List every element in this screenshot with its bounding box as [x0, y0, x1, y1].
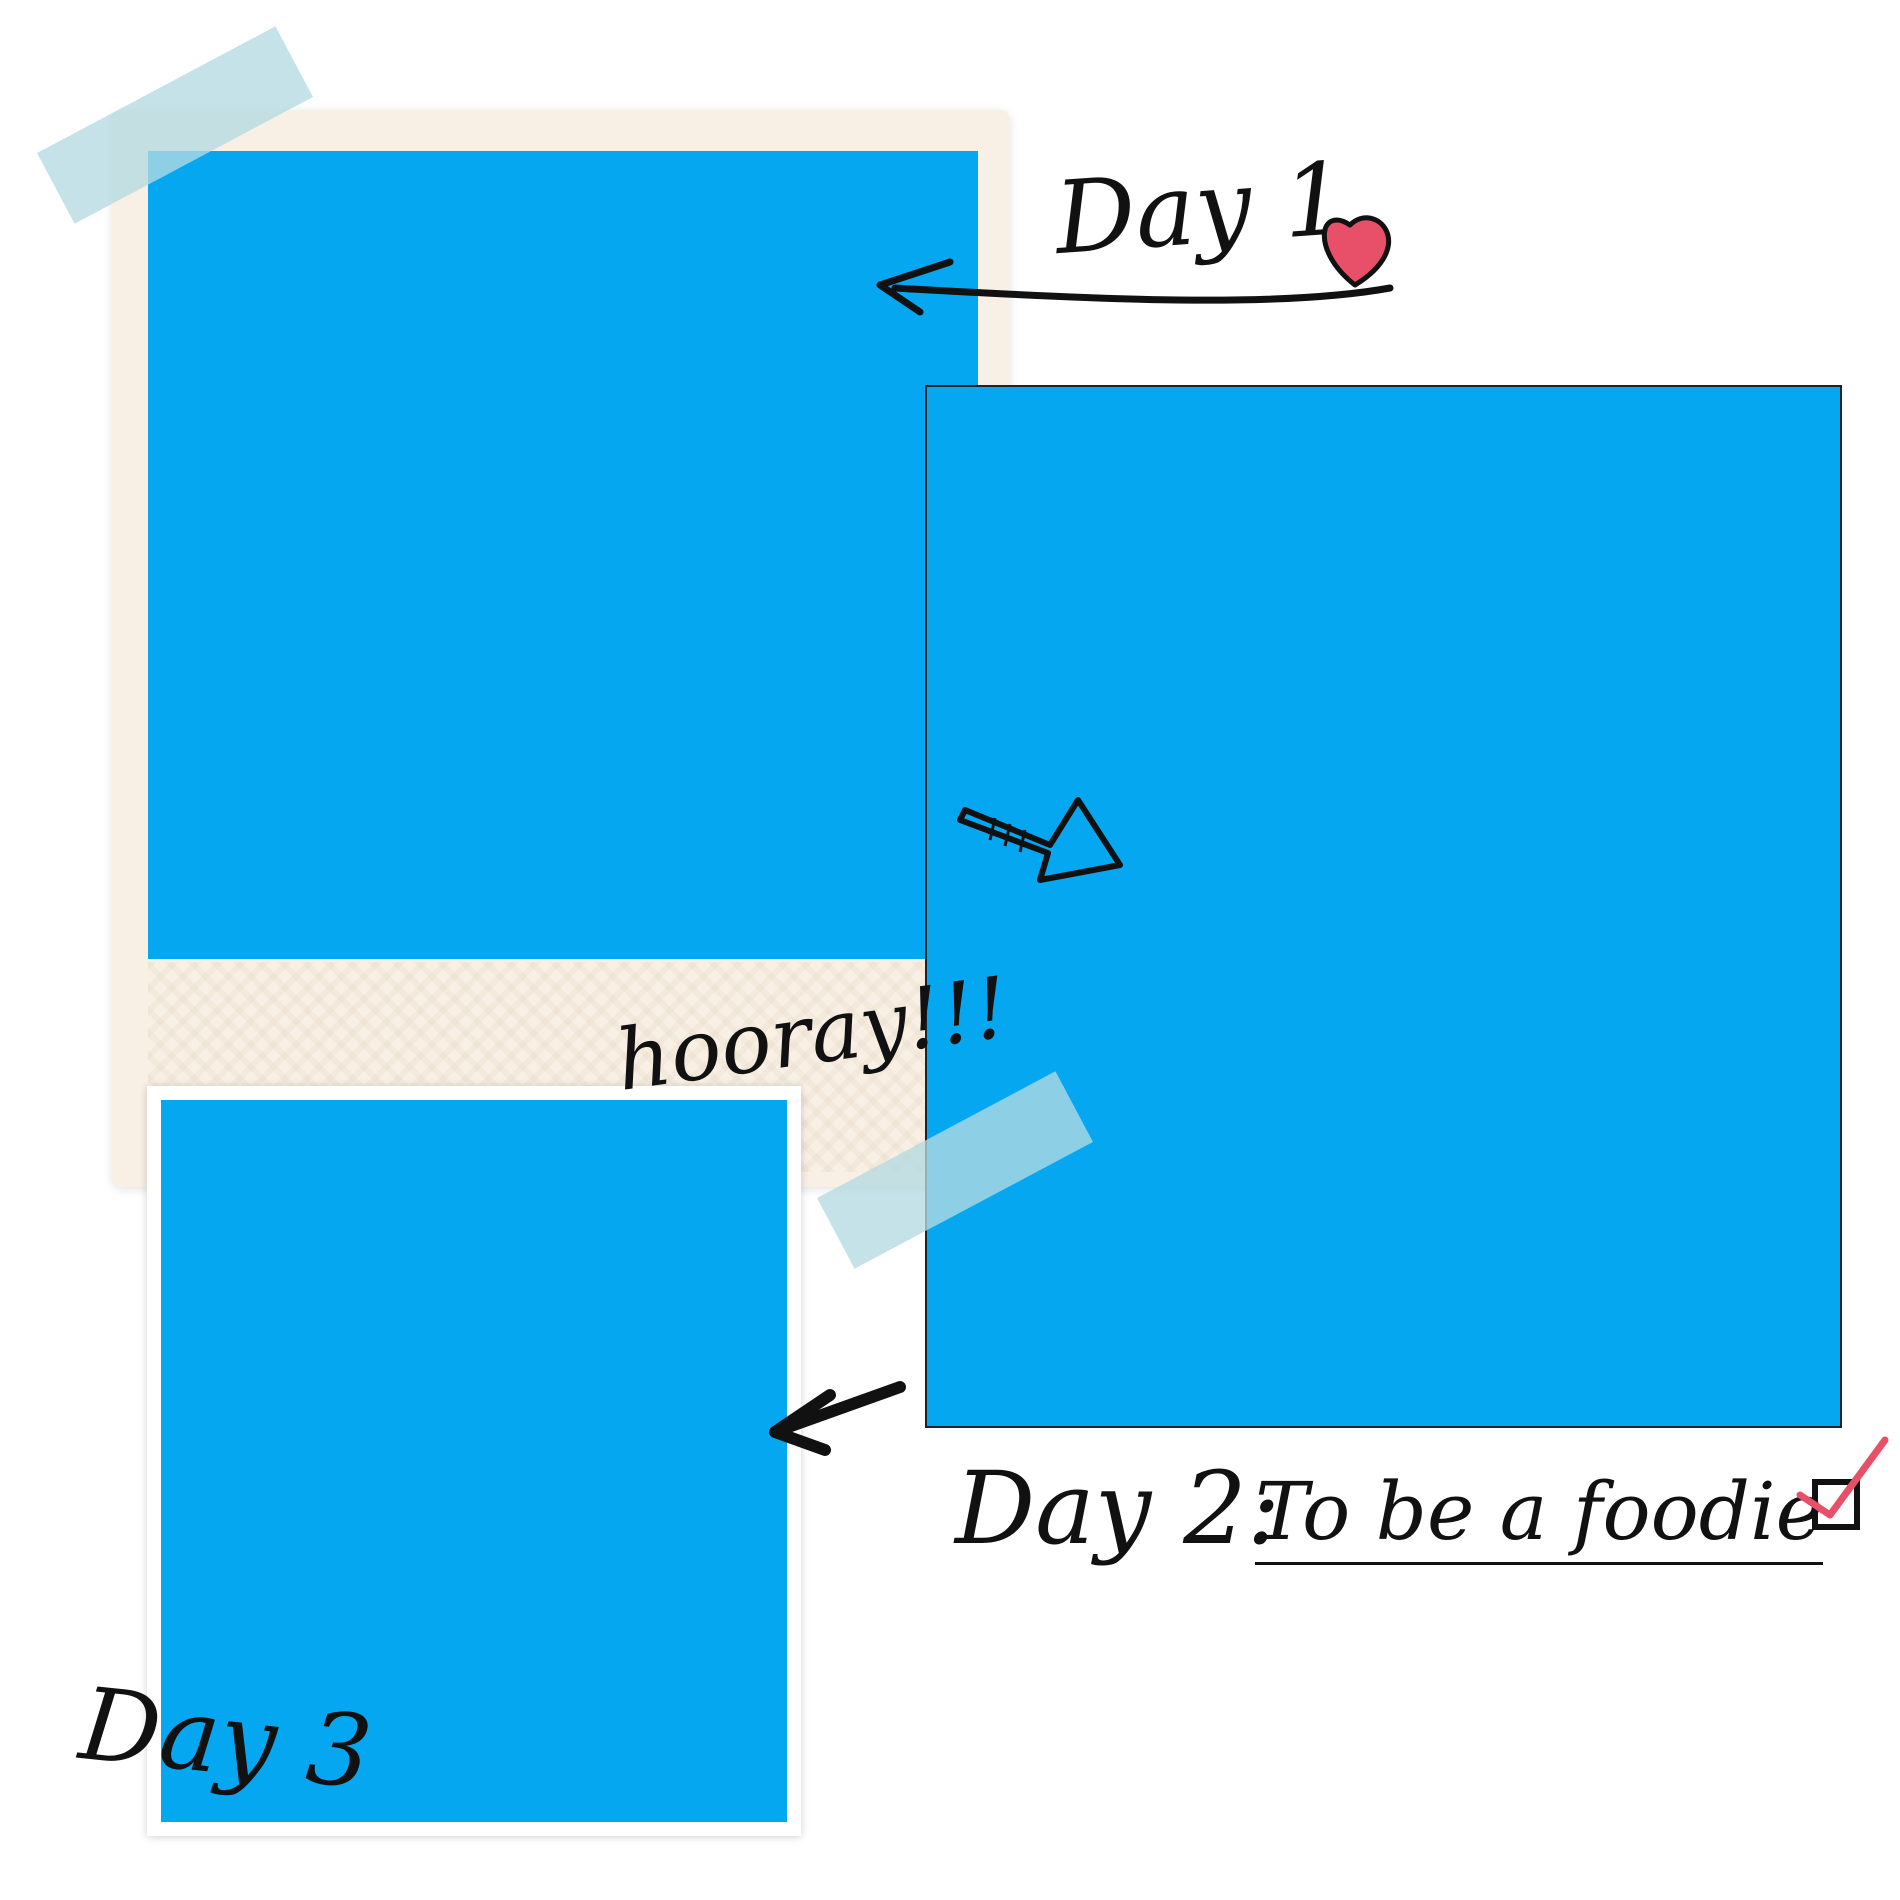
curved-arrow-icon: [876, 258, 1394, 316]
checked-checkbox-icon: [1796, 1436, 1889, 1530]
doodle-layer: [769, 215, 1889, 1530]
heart-icon: [1321, 215, 1391, 288]
arrow-icon: [769, 1381, 906, 1456]
block-arrow-icon: [957, 797, 1123, 883]
